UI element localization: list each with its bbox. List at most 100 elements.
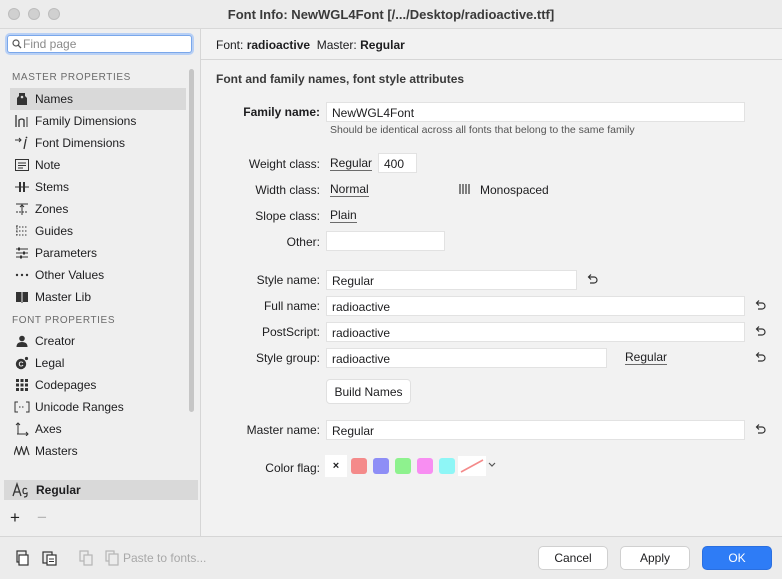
sidebar-item-label: Note: [35, 158, 61, 172]
font-info-window: Font Info: NewWGL4Font [/.../Desktop/rad…: [0, 0, 782, 579]
copyright-icon: C: [14, 355, 30, 371]
weight-class-select[interactable]: Regular: [330, 157, 373, 171]
color-flag-blue[interactable]: [373, 458, 389, 474]
master-name-label: Master name:: [246, 423, 320, 437]
person-icon: [14, 333, 30, 349]
style-group-field[interactable]: radioactive: [326, 348, 607, 368]
remove-master-button[interactable]: −: [37, 509, 47, 526]
width-class-select[interactable]: Normal: [330, 183, 369, 197]
style-group-style-select[interactable]: Regular: [625, 351, 668, 365]
sidebar-item-creator[interactable]: Creator: [10, 330, 186, 352]
sidebar-item-parameters[interactable]: Parameters: [10, 242, 186, 264]
sidebar-item-masters[interactable]: Masters: [10, 440, 186, 462]
family-dimensions-icon: [14, 113, 30, 129]
sidebar-item-label: Zones: [35, 202, 69, 216]
sidebar-item-font-dimensions[interactable]: Font Dimensions: [10, 132, 186, 154]
apply-button[interactable]: Apply: [620, 546, 690, 570]
other-field[interactable]: [326, 231, 445, 251]
sidebar-item-unicode-ranges[interactable]: Unicode Ranges: [10, 396, 186, 418]
family-name-label: Family name:: [243, 105, 320, 119]
tag-icon: [14, 91, 30, 107]
footer-bar: Paste to fonts... Cancel Apply OK: [0, 536, 782, 579]
color-flag-red[interactable]: [351, 458, 367, 474]
family-name-hint: Should be identical across all fonts tha…: [330, 124, 635, 136]
svg-text:C: C: [18, 362, 23, 369]
color-flag-green[interactable]: [395, 458, 411, 474]
font-name-value: radioactive: [246, 38, 311, 52]
reset-postscript-icon[interactable]: [754, 325, 766, 337]
reset-style-group-icon[interactable]: [754, 351, 766, 363]
paste-icon[interactable]: [41, 550, 57, 566]
sidebar-item-family-dimensions[interactable]: Family Dimensions: [10, 110, 186, 132]
reset-full-name-icon[interactable]: [754, 299, 766, 311]
paste-to-fonts-button[interactable]: Paste to fonts...: [123, 551, 206, 565]
master-name-value: Regular: [360, 38, 405, 52]
sidebar-item-label: Guides: [35, 224, 74, 238]
search-input[interactable]: [23, 36, 183, 52]
bracket-icon: [14, 399, 30, 415]
axes-icon: [14, 421, 30, 437]
master-name-field[interactable]: Regular: [326, 420, 745, 440]
stems-icon: [14, 179, 30, 195]
master-glyph-icon: [12, 482, 30, 498]
font-dimensions-icon: [14, 135, 30, 151]
cancel-button[interactable]: Cancel: [538, 546, 608, 570]
sidebar-item-stems[interactable]: Stems: [10, 176, 186, 198]
other-label: Other:: [286, 235, 320, 249]
style-name-label: Style name:: [256, 273, 320, 287]
color-flag-none[interactable]: ×: [325, 455, 347, 477]
build-names-button[interactable]: Build Names: [326, 379, 411, 404]
chevron-down-icon[interactable]: [487, 460, 497, 470]
note-icon: [14, 157, 30, 173]
paste-to-fonts-icon[interactable]: [104, 550, 120, 566]
weight-number-field[interactable]: 400: [378, 153, 417, 173]
width-class-label: Width class:: [255, 183, 320, 197]
family-name-field[interactable]: NewWGL4Font: [326, 102, 745, 122]
sidebar: MASTER PROPERTIES Names Family Dimension…: [0, 29, 201, 536]
ok-button[interactable]: OK: [702, 546, 772, 570]
font-master-summary: Font: radioactive Master: Regular: [216, 38, 405, 52]
color-flag-label: Color flag:: [265, 461, 320, 475]
sidebar-item-master-lib[interactable]: Master Lib: [10, 286, 186, 308]
sidebar-item-label: Other Values: [35, 268, 105, 282]
title-bar: Font Info: NewWGL4Font [/.../Desktop/rad…: [0, 0, 782, 29]
sidebar-item-other-values[interactable]: Other Values: [10, 264, 186, 286]
postscript-field[interactable]: radioactive: [326, 322, 745, 342]
sidebar-item-label: Parameters: [35, 246, 98, 260]
sidebar-item-codepages[interactable]: Codepages: [10, 374, 186, 396]
reset-style-name-icon[interactable]: [586, 273, 598, 285]
find-page-search[interactable]: [7, 35, 192, 53]
sidebar-item-label: Axes: [35, 422, 62, 436]
monospaced-label: Monospaced: [480, 183, 549, 197]
book-icon: [14, 289, 30, 305]
color-flag-magenta[interactable]: [417, 458, 433, 474]
sidebar-item-axes[interactable]: Axes: [10, 418, 186, 440]
sidebar-item-label: Family Dimensions: [35, 114, 137, 128]
sidebar-item-legal[interactable]: C Legal: [10, 352, 186, 374]
full-name-label: Full name:: [263, 299, 320, 313]
copy-icon[interactable]: [14, 550, 30, 566]
sidebar-item-label: Names: [35, 92, 74, 106]
ellipsis-icon: [14, 267, 30, 283]
window-title: Font Info: NewWGL4Font [/.../Desktop/rad…: [227, 7, 555, 22]
masters-icon: [14, 443, 30, 459]
reset-master-name-icon[interactable]: [754, 423, 766, 435]
slope-class-select[interactable]: Plain: [330, 209, 357, 223]
parameters-icon: [14, 245, 30, 261]
sidebar-item-zones[interactable]: Zones: [10, 198, 186, 220]
style-name-field[interactable]: Regular: [326, 270, 577, 290]
duplicate-icon[interactable]: [78, 550, 94, 566]
weight-class-label: Weight class:: [248, 157, 320, 171]
sidebar-item-note[interactable]: Note: [10, 154, 186, 176]
sidebar-scrollbar[interactable]: [189, 69, 194, 412]
add-master-button[interactable]: +: [10, 509, 20, 526]
color-flag-custom[interactable]: [458, 456, 486, 476]
color-flag-cyan[interactable]: [439, 458, 455, 474]
font-master-header: Font: radioactive Master: Regular: [201, 29, 782, 60]
master-list-item-regular[interactable]: Regular: [4, 480, 198, 500]
sidebar-item-names[interactable]: Names: [10, 88, 186, 110]
panel-title: Font and family names, font style attrib…: [216, 72, 465, 86]
monospaced-icon[interactable]: [459, 183, 471, 195]
sidebar-item-guides[interactable]: Guides: [10, 220, 186, 242]
full-name-field[interactable]: radioactive: [326, 296, 745, 316]
